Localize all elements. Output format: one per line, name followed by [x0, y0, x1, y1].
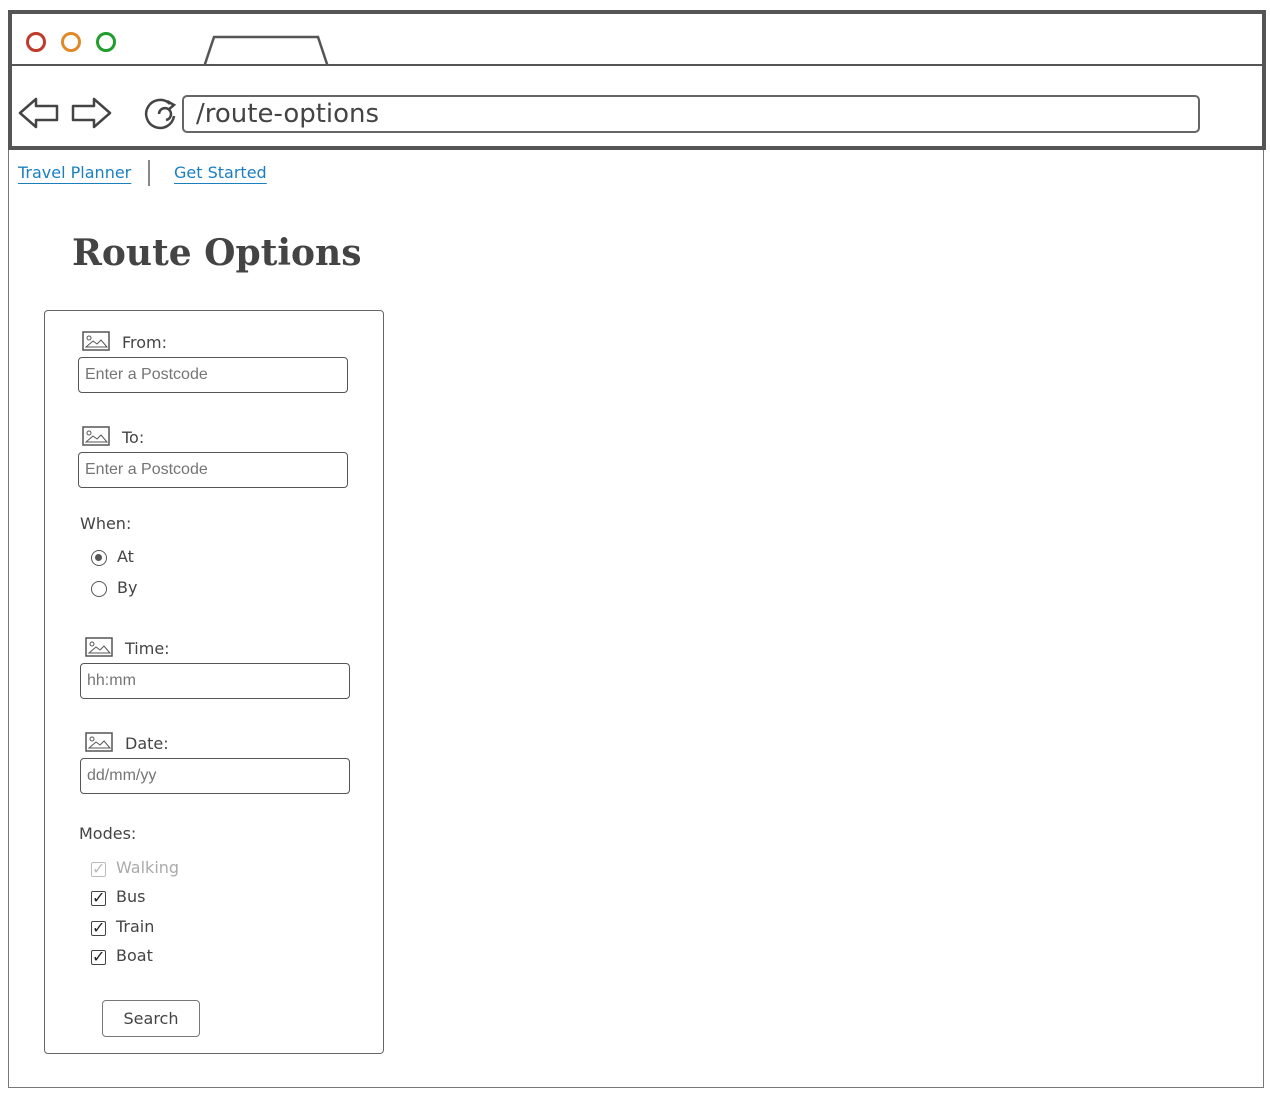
maximize-window-icon[interactable]	[96, 32, 116, 52]
browser-tab[interactable]	[200, 34, 334, 68]
when-by-label: By	[117, 578, 138, 597]
from-postcode-input[interactable]	[78, 357, 348, 393]
minimize-window-icon[interactable]	[61, 32, 81, 52]
breadcrumb-link-get-started[interactable]: Get Started	[174, 163, 267, 182]
date-image-icon	[85, 732, 113, 752]
browser-titlebar	[8, 10, 1266, 68]
time-label: Time:	[125, 639, 170, 658]
when-by-radio[interactable]	[91, 581, 107, 597]
when-at-label: At	[117, 547, 134, 566]
when-label: When:	[80, 514, 132, 533]
page-title: Route Options	[72, 232, 362, 274]
modes-label: Modes:	[79, 824, 137, 843]
to-image-icon	[82, 426, 110, 446]
date-label: Date:	[125, 734, 169, 753]
from-label: From:	[122, 333, 168, 352]
from-image-icon	[82, 331, 110, 351]
back-arrow-icon[interactable]	[18, 96, 60, 130]
mode-boat-checkbox[interactable]: ✓	[91, 949, 106, 965]
forward-arrow-icon[interactable]	[70, 96, 112, 130]
when-at-radio[interactable]	[91, 550, 107, 566]
date-input[interactable]	[80, 758, 350, 794]
time-input[interactable]	[80, 663, 350, 699]
close-window-icon[interactable]	[26, 32, 46, 52]
mode-train-checkbox[interactable]: ✓	[91, 920, 106, 936]
to-label: To:	[122, 428, 145, 447]
to-postcode-input[interactable]	[78, 452, 348, 488]
mode-walking-label: Walking	[116, 858, 180, 877]
address-bar-url: /route-options	[196, 99, 380, 129]
reload-icon[interactable]	[140, 94, 180, 134]
mode-train-label: Train	[116, 917, 155, 936]
search-button[interactable]: Search	[102, 1000, 200, 1037]
mode-walking-checkbox[interactable]: ✓	[91, 861, 106, 877]
mode-boat-label: Boat	[116, 946, 153, 965]
mode-bus-checkbox[interactable]: ✓	[91, 890, 106, 906]
time-image-icon	[85, 637, 113, 657]
breadcrumb-link-travel-planner[interactable]: Travel Planner	[18, 163, 131, 182]
mode-bus-label: Bus	[116, 887, 146, 906]
breadcrumb-separator	[148, 160, 150, 186]
